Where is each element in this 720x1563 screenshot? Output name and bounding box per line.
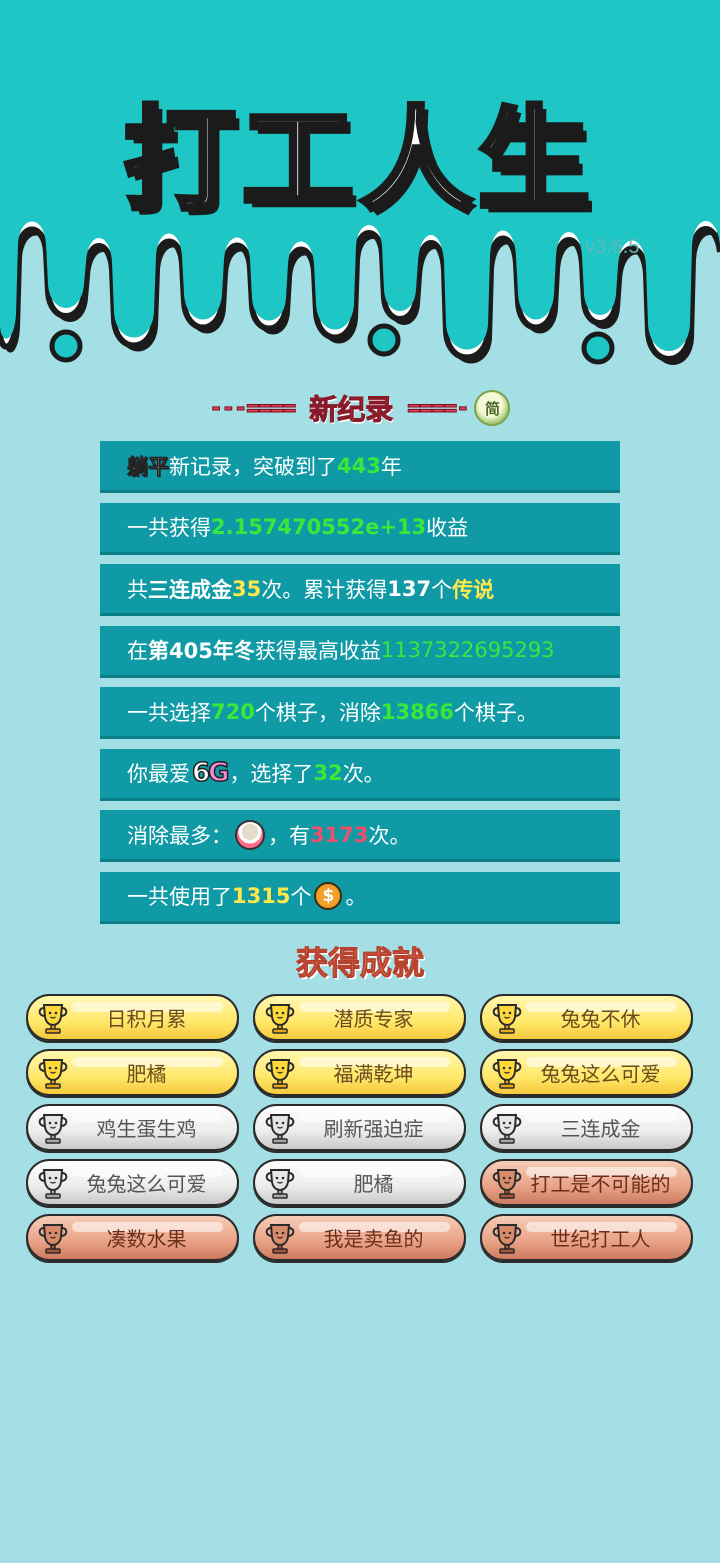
stat-text: 个棋子。 [453,700,538,725]
stat-highlight: 传说 [452,577,495,602]
achievement-label: 福满乾坤 [333,1062,414,1086]
stat-highlight: 3173 [310,822,369,847]
coin-icon: $ [314,882,343,910]
achievement-label: 刷新强迫症 [323,1117,424,1141]
stat-text: ，选择了 [229,762,314,786]
6g-badge-icon: 6G [191,757,230,789]
stat-highlight: 137 [387,576,432,601]
stat-highlight: 35 [232,576,262,601]
achievement-badge[interactable]: 潜质专家 [253,994,466,1041]
achievement-badge[interactable]: 兔兔这么可爱 [26,1159,239,1206]
achievement-label: 打工是不可能的 [530,1172,671,1196]
achievement-badge[interactable]: 凑数水果 [26,1214,239,1261]
achievement-badge[interactable]: 刷新强迫症 [253,1104,466,1151]
stat-highlight: 13866 [380,699,454,724]
stat-highlight: 第405年冬 [148,639,255,663]
achievements-title: 获得成就 [295,944,424,983]
new-record-title: 新纪录 [309,393,394,427]
stat-text: 年 [380,454,402,479]
stat-text: 。 [345,885,367,909]
achievement-badge[interactable]: 兔兔不休 [480,994,693,1041]
stat-text: 次。累计获得 [261,577,388,602]
stat-text: 消除最多： [127,823,232,848]
achievement-badge[interactable]: 打工是不可能的 [480,1159,693,1206]
achievements-grid: 日积月累 潜质专家 兔兔不休 肥橘 福满乾坤 兔兔这么可爱 鸡生蛋生鸡 刷新强迫症 三连成金 兔兔… [26,994,694,1261]
achievement-label: 我是卖鱼的 [323,1227,424,1251]
stat-text: 一共选择 [127,700,211,725]
stat-text: 收益 [426,516,469,540]
achievement-label: 世纪打工人 [550,1227,651,1251]
achievement-label: 潜质专家 [333,1007,414,1031]
language-toggle-button[interactable]: 简 [474,390,511,426]
achievement-badge[interactable]: 肥橘 [26,1049,239,1096]
achievement-label: 三连成金 [560,1117,641,1141]
stat-text: 次。 [342,762,385,786]
achievement-badge[interactable]: 我是卖鱼的 [253,1214,466,1261]
stat-text: 一共获得 [127,516,211,540]
stat-row: 一共使用了 1315 个 $。 [100,871,620,924]
achievement-badge[interactable]: 福满乾坤 [253,1049,466,1096]
stat-text: 个棋子，消除 [254,700,381,725]
stat-text: 获得最高收益 [254,639,381,663]
stat-text: 新记录，突破到了 [169,454,337,479]
achievement-label: 凑数水果 [106,1227,187,1251]
stat-text: ，有 [268,823,310,848]
banner-right-decoration: ====- [407,395,470,421]
stat-highlight: 443 [337,453,381,478]
stats-list: 躺平 新记录，突破到了 443 年一共获得 2.157470552e+13 收益共三连成金… [100,441,620,933]
stat-highlight: 1137322695293 [380,638,555,662]
stat-text: 次。 [368,823,411,848]
stat-text: 在 [127,639,148,663]
stat-text: 个 [431,577,453,602]
stat-text: 共 [127,577,148,602]
stat-row: 躺平 新记录，突破到了 443 年 [100,441,620,493]
rice-bowl-icon [235,819,265,850]
achievement-label: 日积月累 [106,1007,187,1031]
stat-row: 你最爱 6G ，选择了 32 次。 [100,748,620,801]
stat-highlight: 三连成金 [148,577,232,602]
game-title: 打工人生 [122,94,596,229]
achievement-label: 兔兔不休 [560,1007,641,1031]
stat-text: 个 [290,885,312,909]
stat-highlight: 2.157470552e+13 [211,515,427,539]
stat-row: 一共选择 720 个棋子，消除 13866 个棋子。 [100,687,620,739]
achievement-label: 兔兔这么可爱 [540,1062,661,1086]
stat-row: 在 第405年冬 获得最高收益 1137322695293 [100,625,620,678]
achievement-label: 肥橘 [126,1062,167,1086]
stat-highlight: 1315 [232,884,291,908]
header: 打工人生 v3.6.5 [0,0,720,380]
new-record-banner: ---==== 新纪录 ====- 简 [0,386,720,430]
stat-highlight: 720 [211,699,255,724]
achievement-label: 兔兔这么可爱 [86,1172,207,1196]
banner-left-decoration: ---==== [209,395,297,421]
stat-row: 消除最多： ，有 3173 次。 [100,810,620,862]
stat-row: 共三连成金 35 次。累计获得 137 个传说 [100,564,620,616]
achievement-badge[interactable]: 三连成金 [480,1104,693,1151]
stat-highlight: 躺平 [127,454,170,479]
achievement-badge[interactable]: 世纪打工人 [480,1214,693,1261]
achievement-badge[interactable]: 鸡生蛋生鸡 [26,1104,239,1151]
achievement-label: 肥橘 [353,1172,394,1196]
achievement-label: 鸡生蛋生鸡 [96,1117,197,1141]
stat-text: 你最爱 [127,762,190,786]
stat-row: 一共获得 2.157470552e+13 收益 [100,502,620,555]
stat-text: 一共使用了 [127,885,232,909]
stat-highlight: 32 [313,761,343,785]
version-label: v3.6.5 [585,236,640,258]
achievement-badge[interactable]: 肥橘 [253,1159,466,1206]
achievement-badge[interactable]: 日积月累 [26,994,239,1041]
achievement-badge[interactable]: 兔兔这么可爱 [480,1049,693,1096]
